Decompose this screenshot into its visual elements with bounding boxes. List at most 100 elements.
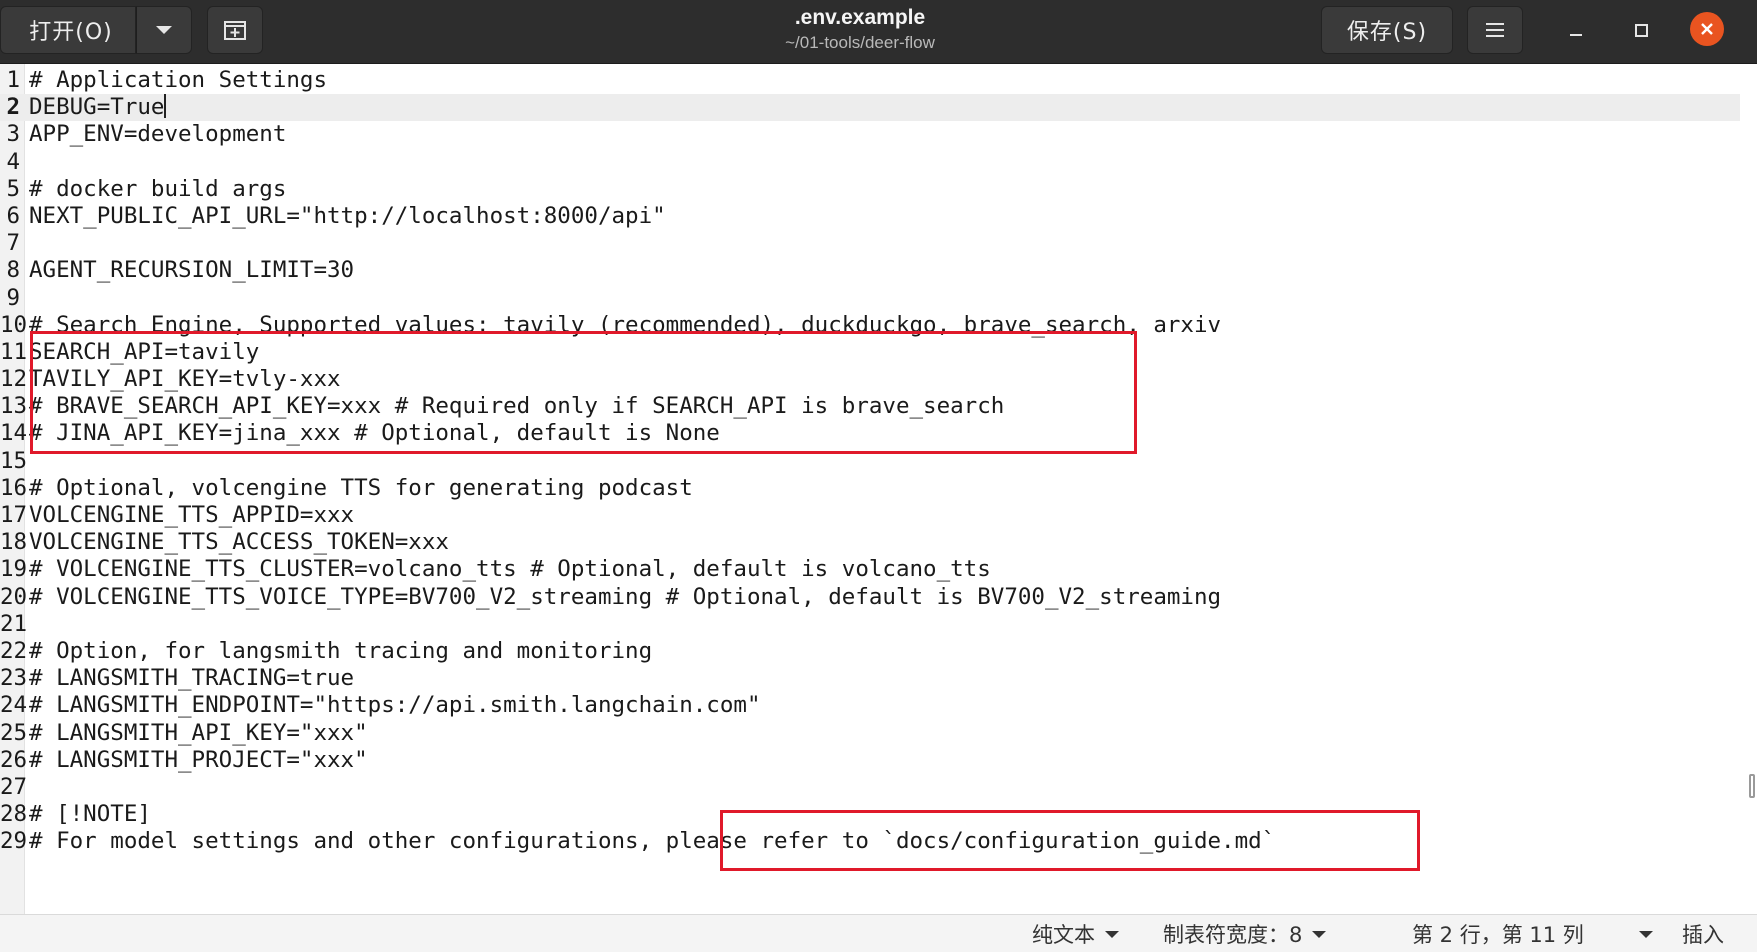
line-number: 28 [0,801,28,828]
line-number: 18 [0,529,28,556]
line-text[interactable]: # LANGSMITH_API_KEY="xxx" [29,720,368,747]
document-path: ~/01-tools/deer-flow [785,33,935,52]
cursor-position-label: 第 2 行，第 11 列 [1412,923,1584,947]
open-button-group: 打开(O) [0,6,192,54]
line-number: 9 [6,284,20,311]
line-text[interactable]: # LANGSMITH_ENDPOINT="https://api.smith.… [29,692,761,719]
insert-mode-label: 插入 [1682,923,1724,947]
line-number: 16 [0,474,28,501]
language-label: 纯文本 [1032,923,1095,947]
status-bar: 纯文本 制表符宽度：8 第 2 行，第 11 列 插入 [0,914,1757,952]
editor-line[interactable]: 3 APP_ENV=development [0,121,1740,148]
editor-line[interactable]: 26 # LANGSMITH_PROJECT="xxx" [0,747,1740,774]
minimize-button[interactable] [1556,10,1596,50]
line-text[interactable]: # [!NOTE] [29,801,151,828]
line-number: 21 [0,610,28,637]
editor-line[interactable]: 23 # LANGSMITH_TRACING=true [0,665,1740,692]
editor-line[interactable]: 22 # Option, for langsmith tracing and mo… [0,638,1740,665]
line-text[interactable]: # docker build args [29,176,286,203]
editor-line[interactable]: 19 # VOLCENGINE_TTS_CLUSTER=volcano_tts #… [0,556,1740,583]
editor-view[interactable]: 1 # Application Settings 2 DEBUG=True 3 APP_E… [0,64,1757,914]
line-number: 3 [6,121,20,148]
line-text[interactable]: # Option, for langsmith tracing and moni… [29,638,652,665]
editor-line[interactable]: 17 VOLCENGINE_TTS_APPID=xxx [0,502,1740,529]
line-text[interactable]: # LANGSMITH_TRACING=true [29,665,354,692]
code-area[interactable]: 1 # Application Settings 2 DEBUG=True 3 APP_E… [0,67,1740,855]
line-number: 25 [0,719,28,746]
new-tab-button[interactable] [207,6,263,54]
editor-line[interactable]: 16 # Optional, volcengine TTS for generat… [0,475,1740,502]
line-number: 24 [0,692,28,719]
position-menu-button[interactable] [1629,915,1653,952]
tab-width-selector[interactable]: 制表符宽度：8 [1163,915,1327,952]
line-number: 26 [0,746,28,773]
line-number: 27 [0,773,28,800]
header-bar: 打开(O) .env.example ~/01-tools/deer-flow … [0,0,1757,64]
line-number: 29 [0,828,28,855]
open-button[interactable]: 打开(O) [0,6,136,54]
editor-line[interactable]: 2 DEBUG=True [0,94,1740,122]
editor-line[interactable]: 25 # LANGSMITH_API_KEY="xxx" [0,720,1740,747]
line-number: 7 [6,230,20,257]
line-number: 5 [6,175,20,202]
insert-mode-indicator[interactable]: 插入 [1682,915,1724,952]
close-icon [1701,23,1713,35]
minimize-icon [1570,34,1582,36]
line-text[interactable]: # LANGSMITH_PROJECT="xxx" [29,747,368,774]
line-number: 11 [0,338,28,365]
chevron-down-icon [156,26,172,34]
chevron-down-icon [1105,930,1119,938]
line-number: 17 [0,502,28,528]
line-text[interactable]: VOLCENGINE_TTS_APPID=xxx [29,502,354,529]
new-tab-icon [224,21,246,40]
line-number: 4 [6,148,20,175]
text-cursor [164,94,167,119]
line-number: 20 [0,583,28,610]
chevron-down-icon [1639,930,1653,938]
line-text[interactable]: # VOLCENGINE_TTS_CLUSTER=volcano_tts # O… [29,556,991,583]
cursor-position-selector[interactable]: 第 2 行，第 11 列 [1412,915,1584,952]
open-menu-button[interactable] [136,6,192,54]
line-number: 19 [0,556,28,583]
maximize-button[interactable] [1621,10,1661,50]
line-text[interactable]: # VOLCENGINE_TTS_VOICE_TYPE=BV700_V2_str… [29,584,1221,611]
line-number: 23 [0,665,28,692]
editor-line[interactable]: 21 [0,611,1740,638]
line-text[interactable]: APP_ENV=development [29,121,286,148]
hamburger-menu-icon [1486,23,1504,37]
editor-line[interactable]: 4 [0,149,1740,176]
main-menu-button[interactable] [1467,6,1523,54]
line-number: 2 [6,94,20,121]
line-number: 12 [0,366,28,393]
editor-line[interactable]: 20 # VOLCENGINE_TTS_VOICE_TYPE=BV700_V2_s… [0,584,1740,611]
editor-line[interactable]: 24 # LANGSMITH_ENDPOINT="https://api.smit… [0,692,1740,719]
line-number: 13 [0,393,28,420]
editor-line[interactable]: 27 [0,774,1740,801]
line-text[interactable]: # Optional, volcengine TTS for generatin… [29,475,693,502]
line-number: 14 [0,420,28,447]
text-editor-window: 打开(O) .env.example ~/01-tools/deer-flow … [0,0,1757,952]
editor-line[interactable]: 7 [0,230,1740,257]
editor-line[interactable]: 18 VOLCENGINE_TTS_ACCESS_TOKEN=xxx [0,529,1740,556]
language-selector[interactable]: 纯文本 [1032,915,1119,952]
editor-line[interactable]: 6 NEXT_PUBLIC_API_URL="http://localhost:8… [0,203,1740,230]
line-text[interactable]: AGENT_RECURSION_LIMIT=30 [29,257,354,284]
editor-line[interactable]: 8 AGENT_RECURSION_LIMIT=30 [0,257,1740,284]
document-title: .env.example [794,6,926,29]
line-text[interactable]: NEXT_PUBLIC_API_URL="http://localhost:80… [29,203,666,230]
highlight-box-config-guide [720,810,1420,871]
scrollbar-indicator[interactable] [1749,774,1755,798]
close-button[interactable] [1690,12,1724,46]
line-text[interactable]: DEBUG=True [29,94,167,121]
save-button[interactable]: 保存(S) [1321,6,1453,54]
editor-line[interactable]: 5 # docker build args [0,176,1740,203]
editor-line[interactable]: 1 # Application Settings [0,67,1740,94]
chevron-down-icon [1312,930,1327,938]
tab-width-label: 制表符宽度：8 [1163,923,1303,947]
title-area: .env.example ~/01-tools/deer-flow [660,4,1060,60]
line-text[interactable]: # Application Settings [29,67,327,94]
editor-line[interactable]: 9 [0,285,1740,312]
maximize-icon [1634,23,1648,37]
line-number: 15 [0,447,28,474]
line-text[interactable]: VOLCENGINE_TTS_ACCESS_TOKEN=xxx [29,529,449,556]
